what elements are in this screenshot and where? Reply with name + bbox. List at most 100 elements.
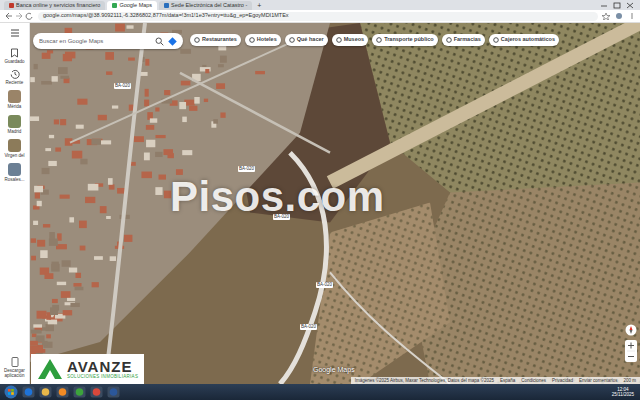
attribution-bar: Imágenes ©2025 Airbus, Maxar Technologie… xyxy=(351,377,640,384)
category-icon xyxy=(376,37,382,43)
directions-icon[interactable] xyxy=(168,37,177,46)
side-rail: Guardado Reciente Mérida Madrid Virgen del Ro… xyxy=(0,23,30,384)
place-thumbnail-icon xyxy=(8,163,21,176)
phone-icon xyxy=(11,357,19,367)
category-icon xyxy=(336,37,342,43)
taskbar: 12:0425/11/2025 xyxy=(0,384,640,400)
attribution-item[interactable]: España xyxy=(500,378,515,383)
clock[interactable]: 12:0425/11/2025 xyxy=(612,387,636,398)
google-maps-label: Google Maps xyxy=(313,366,355,373)
category-chip[interactable]: Museos xyxy=(332,34,368,46)
category-chips: Restaurantes Hoteles Qué hacer Museos Transp… xyxy=(190,34,559,46)
road-label: BA-020 xyxy=(114,83,131,89)
tab-label: Banca online y servicios financiero xyxy=(16,3,100,9)
taskbar-app-icon[interactable] xyxy=(22,386,35,398)
rail-item[interactable]: Mérida xyxy=(0,90,30,109)
rail-item[interactable]: Virgen del xyxy=(0,139,30,158)
tab-bar: Banca online y servicios financiero Googl… xyxy=(0,0,640,10)
favicon-icon xyxy=(112,3,117,8)
attribution-item[interactable]: Condiciones xyxy=(521,378,546,383)
window-controls-icon[interactable] xyxy=(598,1,638,9)
chip-label: Farmacias xyxy=(454,37,481,43)
attribution-item[interactable]: Imágenes ©2025 Airbus, Maxar Technologie… xyxy=(355,378,494,383)
road-label: BA-020 xyxy=(238,166,255,172)
chip-label: Cajeros automáticos xyxy=(501,37,555,43)
search-box[interactable]: Buscar en Google Maps xyxy=(33,33,183,49)
favicon-icon xyxy=(9,3,14,8)
rail-label: Madrid xyxy=(8,129,22,134)
watermark: Pisos.com xyxy=(170,173,385,221)
place-thumbnail-icon xyxy=(8,115,21,128)
attribution-item[interactable]: Enviar comentarios xyxy=(579,378,618,383)
bookmark-icon xyxy=(10,48,19,58)
start-icon[interactable] xyxy=(4,385,18,399)
road-label: BA-020 xyxy=(300,324,317,330)
navigation-icon[interactable] xyxy=(4,12,34,20)
category-icon xyxy=(249,37,255,43)
chip-label: Transporte público xyxy=(384,37,434,43)
place-thumbnail-icon xyxy=(8,90,21,103)
chip-label: Hoteles xyxy=(257,37,277,43)
category-icon xyxy=(194,37,200,43)
favicon-icon xyxy=(164,3,169,8)
logo-name: AVANZE xyxy=(67,359,138,374)
menu-icon[interactable] xyxy=(10,29,20,37)
category-chip[interactable]: Restaurantes xyxy=(190,34,241,46)
rail-label: Virgen del xyxy=(4,153,24,158)
taskbar-app-icon[interactable] xyxy=(107,386,120,398)
url-field[interactable]: google.com/maps/@38.9092111,-6.3286802,8… xyxy=(38,12,598,21)
rail-item[interactable]: Madrid xyxy=(0,115,30,134)
chip-label: Qué hacer xyxy=(297,37,324,43)
tab-label: Sede Electrónica del Catastro - xyxy=(171,3,247,9)
road-label: BA-020 xyxy=(316,282,333,288)
rail-label: Descargar aplicación xyxy=(0,368,29,378)
browser-tab[interactable]: Sede Electrónica del Catastro - xyxy=(159,1,252,10)
zoom-icon[interactable] xyxy=(625,340,637,362)
tab-label: Google Maps xyxy=(119,3,152,9)
taskbar-app-icon[interactable] xyxy=(56,386,69,398)
category-icon xyxy=(289,37,295,43)
taskbar-app-icon[interactable] xyxy=(90,386,103,398)
rail-label: Reciente xyxy=(6,80,24,85)
attribution-item[interactable]: Privacidad xyxy=(552,378,573,383)
avanze-logo: AVANZESOLUCIONES INMOBILIARIAS xyxy=(31,354,144,384)
taskbar-app-icon[interactable] xyxy=(39,386,52,398)
chip-label: Restaurantes xyxy=(202,37,237,43)
rail-label: Rosales... xyxy=(4,177,24,182)
place-thumbnail-icon xyxy=(8,139,21,152)
category-chip[interactable]: Transporte público xyxy=(372,34,438,46)
rail-label: Guardado xyxy=(4,59,24,64)
attribution-item[interactable]: 200 m xyxy=(623,378,636,383)
toolbar-icon[interactable] xyxy=(602,12,636,20)
date: 25/11/2025 xyxy=(612,392,634,397)
rail-label: Mérida xyxy=(8,104,22,109)
new-tab-button[interactable]: + xyxy=(254,1,264,10)
address-bar: google.com/maps/@38.9092111,-6.3286802,8… xyxy=(0,10,640,23)
search-icon[interactable] xyxy=(155,37,164,46)
taskbar-app-icon[interactable] xyxy=(73,386,86,398)
map-controls xyxy=(625,324,637,362)
rail-item[interactable]: Guardado xyxy=(0,48,30,64)
search-placeholder: Buscar en Google Maps xyxy=(39,38,151,44)
url-text: google.com/maps/@38.9092111,-6.3286802,8… xyxy=(43,13,289,19)
category-chip[interactable]: Cajeros automáticos xyxy=(489,34,559,46)
category-chip[interactable]: Hoteles xyxy=(245,34,281,46)
category-icon xyxy=(493,37,499,43)
browser-tab[interactable]: Google Maps xyxy=(107,1,157,10)
rail-item[interactable]: Reciente xyxy=(0,69,30,85)
maps-app: Guardado Reciente Mérida Madrid Virgen del Ro… xyxy=(0,23,640,384)
screen: Banca online y servicios financiero Googl… xyxy=(0,0,640,400)
logo-tagline: SOLUCIONES INMOBILIARIAS xyxy=(67,374,138,379)
category-icon xyxy=(446,37,452,43)
browser-tab[interactable]: Banca online y servicios financiero xyxy=(4,1,105,10)
history-icon xyxy=(10,69,20,79)
category-chip[interactable]: Farmacias xyxy=(442,34,485,46)
satellite-map[interactable]: BA-020BA-020BA-020BA-020BA-020Buscar en … xyxy=(30,23,640,384)
time: 12:04 xyxy=(617,387,628,392)
category-chip[interactable]: Qué hacer xyxy=(285,34,328,46)
avanze-triangle-icon xyxy=(37,358,63,380)
compass-icon[interactable] xyxy=(625,324,637,336)
rail-item[interactable]: Rosales... xyxy=(0,163,30,182)
chip-label: Museos xyxy=(344,37,364,43)
download-app[interactable]: Descargar aplicación xyxy=(0,357,30,378)
